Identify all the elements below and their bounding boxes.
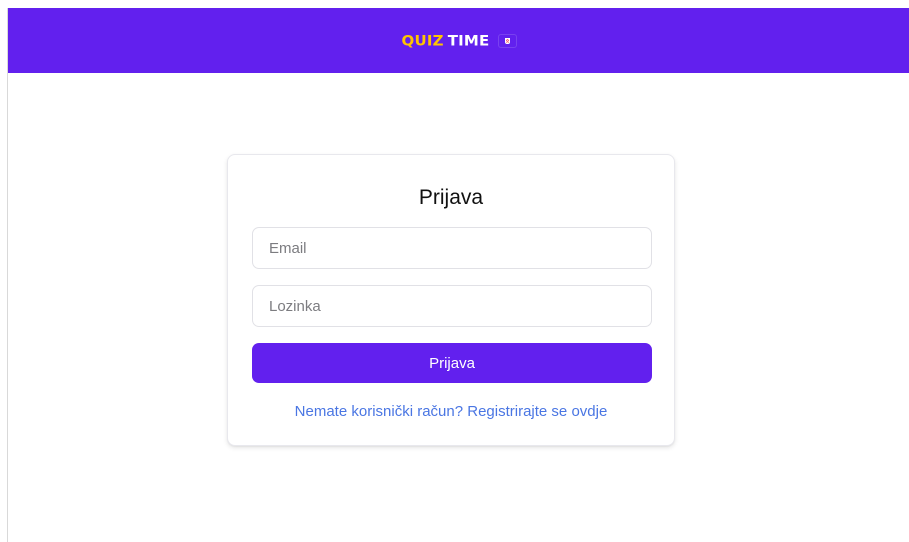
login-card: Prijava Prijava Nemate korisnički račun?… <box>227 154 675 446</box>
email-input[interactable] <box>252 227 652 269</box>
top-header: QUIZ TIME <box>8 8 909 73</box>
login-button[interactable]: Prijava <box>252 343 652 383</box>
flag-shield-icon <box>504 38 510 44</box>
quiztime-logo[interactable]: QUIZ TIME <box>402 34 516 49</box>
logo-time-text: TIME <box>447 32 490 49</box>
croatian-flag-icon <box>499 35 516 47</box>
login-title: Prijava <box>418 186 484 209</box>
page-frame: QUIZTIME Prijava Prijava Nemate korisnič… <box>7 8 909 542</box>
password-input[interactable] <box>252 285 652 327</box>
logo-quiz-text: QUIZ <box>401 32 444 49</box>
register-link[interactable]: Nemate korisnički račun? Registrirajte s… <box>228 403 674 421</box>
